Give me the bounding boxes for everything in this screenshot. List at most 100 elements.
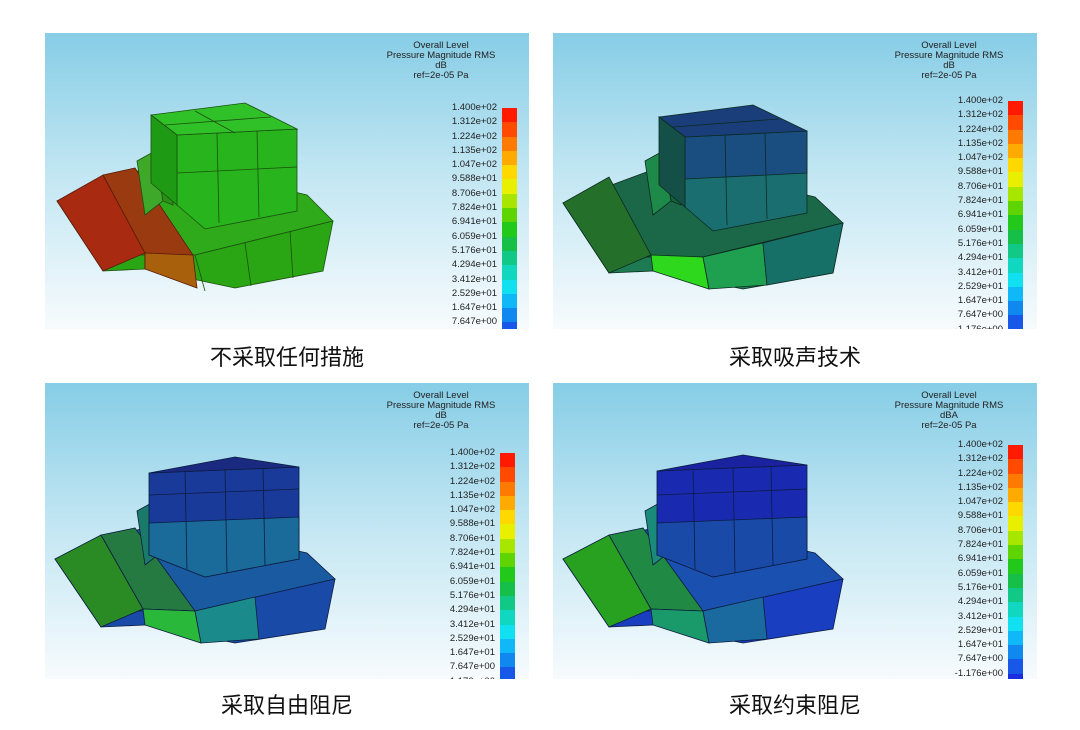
legend-tick-label: 2.529e+01: [449, 632, 495, 644]
legend-tick-label: 1.047e+02: [957, 152, 1003, 164]
legend-swatch: [1008, 502, 1023, 517]
panel-free-damping: Overall Level Pressure Magnitude RMS dB …: [45, 383, 529, 679]
legend-swatch: [1008, 158, 1023, 173]
legend-tick-label: 6.941e+01: [957, 553, 1003, 565]
legend-swatch: [1008, 473, 1023, 488]
legend-tick-label: 2.529e+01: [451, 287, 497, 299]
legend-tick-label: 4.294e+01: [451, 259, 497, 271]
legend-swatch: [1008, 516, 1023, 531]
legend-tick-label: 1.400e+02: [451, 102, 497, 113]
legend-tick-label: 7.824e+01: [957, 539, 1003, 551]
legend-tick-label: 6.059e+01: [957, 567, 1003, 579]
legend-tick-label: 4.294e+01: [449, 604, 495, 616]
legend-tick-label: 6.059e+01: [449, 575, 495, 587]
legend-swatch: [1008, 559, 1023, 574]
legend-tick-label: 7.824e+01: [449, 547, 495, 559]
legend-tick-label: -1.176e+00: [955, 324, 1003, 329]
legend-tick-label: 7.824e+01: [957, 195, 1003, 207]
legend-swatch: [500, 667, 515, 679]
legend-tick-label: 7.647e+00: [957, 653, 1003, 665]
caption-no-measures: 不采取任何措施: [209, 346, 364, 371]
legend-tick-label: 4.294e+01: [957, 252, 1003, 264]
legend-swatch: [1008, 545, 1023, 560]
legend-tick-label: 1.312e+02: [957, 453, 1003, 465]
legend-swatch: [502, 165, 517, 180]
legend-swatch: [502, 293, 517, 309]
legend-swatch: [1008, 530, 1023, 546]
legend-swatch: [1008, 315, 1023, 329]
legend-swatch: [500, 495, 515, 511]
legend-swatch: [1008, 301, 1023, 316]
legend-tick-label: 6.059e+01: [957, 223, 1003, 235]
legend-swatch: [1008, 172, 1023, 187]
legend-swatch: [500, 567, 515, 582]
legend-tick-label: 1.224e+02: [451, 130, 497, 142]
legend-row: -1.176e+00: [937, 668, 1027, 679]
legend-swatch: [502, 179, 517, 194]
legend-tick-label: -1.176e+00: [954, 667, 1003, 679]
legend-tick-label: 1.224e+02: [449, 475, 495, 487]
legend-swatch: [500, 624, 515, 639]
legend-tick-label: 8.706e+01: [449, 532, 495, 544]
legend-swatch: [502, 136, 517, 151]
legend-tick-label: 1.400e+02: [449, 447, 495, 458]
legend-swatch: [1008, 587, 1023, 603]
legend-swatch: [1008, 659, 1023, 674]
legend-swatch: [1008, 573, 1023, 588]
legend-swatch: [1008, 645, 1023, 660]
legend-swatch: [502, 150, 517, 166]
legend-tick-label: 1.135e+02: [957, 137, 1003, 149]
legend-tick-label: 8.706e+01: [451, 187, 497, 199]
legend-tick-label: 5.176e+01: [957, 237, 1003, 249]
legend-tick-label: 9.588e+01: [957, 510, 1003, 522]
legend-tick-label: 2.529e+01: [957, 280, 1003, 292]
caption-constrained-damping: 采取约束阻尼: [728, 694, 861, 719]
legend-title: Overall Level Pressure Magnitude RMS dB …: [386, 390, 496, 431]
legend-tick-label: 5.176e+01: [957, 581, 1003, 593]
legend-swatch: [1008, 445, 1023, 460]
legend-swatch: [500, 453, 515, 468]
color-legend: 1.400e+02 1.312e+02 1.224e+02 1.135e+02 1.04…: [937, 439, 1027, 679]
legend-tick-label: 1.135e+02: [449, 489, 495, 501]
legend-swatch: [1008, 272, 1023, 287]
legend-swatch: [1008, 129, 1023, 144]
caption-free-damping: 采取自由阻尼: [220, 694, 353, 719]
legend-swatch: [1008, 487, 1023, 503]
legend-tick-label: 7.647e+00: [451, 316, 497, 328]
legend-tick-label: 3.412e+01: [451, 273, 497, 285]
legend-tick-label: 8.706e+01: [957, 524, 1003, 536]
legend-tick-label: 9.588e+01: [451, 173, 497, 185]
legend-swatch: [502, 108, 517, 123]
legend-tick-label: 6.941e+01: [449, 561, 495, 573]
panel-no-measures: Overall Level Pressure Magnitude RMS dB …: [45, 33, 529, 329]
legend-swatch: [502, 236, 517, 251]
legend-tick-label: 1.224e+02: [957, 467, 1003, 479]
legend-tick-label: 1.224e+02: [957, 123, 1003, 135]
legend-tick-label: 1.400e+02: [957, 95, 1003, 106]
legend-tick-label: 1.647e+01: [957, 295, 1003, 307]
panel-constrained-damping: Overall Level Pressure Magnitude RMS dBA…: [553, 383, 1037, 679]
legend-tick-label: 1.135e+02: [957, 481, 1003, 493]
legend-swatch: [1008, 215, 1023, 230]
legend-swatch: [500, 553, 515, 568]
caption-sound-absorption: 采取吸声技术: [728, 346, 861, 371]
legend-swatch: [500, 524, 515, 539]
legend-tick-label: 9.588e+01: [449, 518, 495, 530]
color-legend: 1.400e+02 1.312e+02 1.224e+02 1.135e+02 1.04…: [431, 102, 521, 329]
legend-swatch: [502, 208, 517, 223]
legend-tick-label: 6.059e+01: [451, 230, 497, 242]
color-legend: 1.400e+02 1.312e+02 1.224e+02 1.135e+02 1.04…: [429, 447, 519, 679]
legend-tick-label: 3.412e+01: [449, 618, 495, 630]
legend-tick-label: 6.941e+01: [957, 209, 1003, 221]
legend-swatch: [500, 653, 515, 668]
legend-swatch: [500, 481, 515, 496]
legend-tick-label: 8.706e+01: [957, 180, 1003, 192]
legend-tick-label: 1.047e+02: [449, 504, 495, 516]
legend-swatch: [502, 308, 517, 323]
legend-tick-label: 1.647e+01: [449, 647, 495, 659]
legend-swatch: [1008, 101, 1023, 116]
legend-swatch: [500, 581, 515, 596]
legend-swatch: [502, 222, 517, 237]
legend-swatch: [500, 467, 515, 482]
legend-swatch: [1008, 602, 1023, 617]
